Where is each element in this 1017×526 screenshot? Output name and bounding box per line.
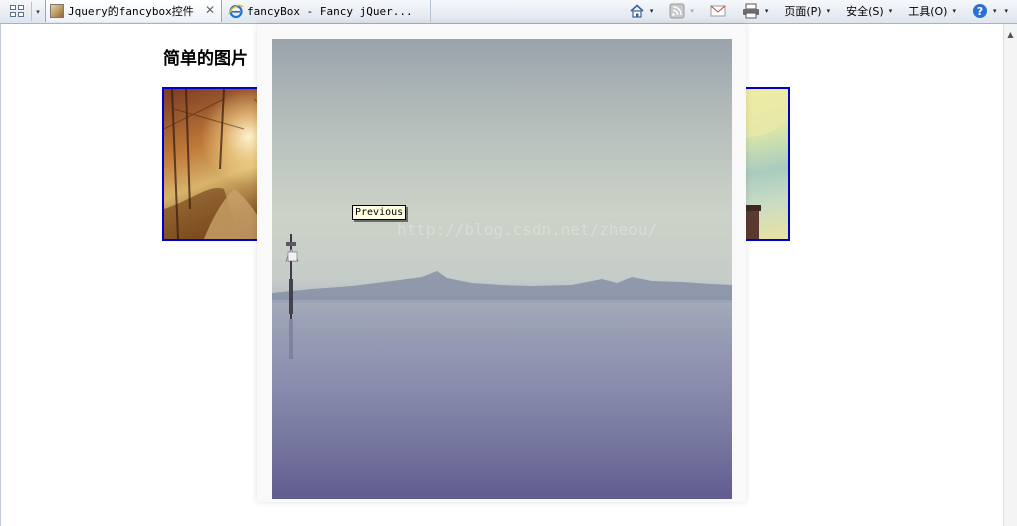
browser-window: ▾ Jquery的fancybox控件 ✕ fancyBox - Fancy j… <box>0 0 1017 526</box>
tools-menu-label: 工具(O) <box>908 5 948 18</box>
tab-list-button[interactable]: ▾ <box>31 2 44 21</box>
quick-tabs-button[interactable] <box>4 1 29 21</box>
ie-favicon-icon <box>228 4 244 19</box>
browser-tab-bar: ▾ Jquery的fancybox控件 ✕ fancyBox - Fancy j… <box>0 0 1017 24</box>
read-mail-button[interactable] <box>707 1 729 21</box>
svg-text:?: ? <box>977 5 983 18</box>
vertical-scrollbar[interactable]: ▲ <box>1003 24 1017 526</box>
rss-feed-icon <box>669 3 685 19</box>
chevron-down-icon: ▾ <box>826 7 831 15</box>
page-menu-label: 页面(P) <box>784 5 822 18</box>
tab-fancybox-site[interactable]: fancyBox - Fancy jQuer... <box>224 0 431 22</box>
lightbox-image[interactable] <box>272 39 732 499</box>
tab-title: Jquery的fancybox控件 <box>68 5 194 18</box>
tools-menu[interactable]: 工具(O) ▾ <box>905 1 959 21</box>
chevron-down-icon: ▾ <box>1004 7 1008 15</box>
quick-tabs-icon <box>9 5 24 17</box>
previous-tooltip: Previous <box>352 205 407 220</box>
scroll-up-icon[interactable]: ▲ <box>1004 26 1017 42</box>
page-favicon-icon <box>50 4 64 18</box>
chevron-down-icon: ▾ <box>992 7 997 15</box>
more-menu-button[interactable]: ▾ <box>999 1 1011 21</box>
safety-menu[interactable]: 安全(S) ▾ <box>843 1 895 21</box>
chevron-down-icon[interactable]: ▾ <box>650 7 654 15</box>
lightbox-frame: http://blog.csdn.net/zheou/ <box>257 24 746 502</box>
page-menu[interactable]: 页面(P) ▾ <box>781 1 833 21</box>
chevron-down-icon[interactable]: ▾ <box>690 7 694 15</box>
command-bar: ▾ ▾ ▾ 页面(P) ▾ 安全(S) ▾ 工具(O) ▾ ? ▾ ▾ <box>626 0 1011 22</box>
print-button[interactable]: ▾ <box>739 1 772 21</box>
feeds-button[interactable]: ▾ <box>666 1 697 21</box>
page-heading: 简单的图片 <box>163 49 248 69</box>
safety-menu-label: 安全(S) <box>846 5 884 18</box>
close-tab-icon[interactable]: ✕ <box>205 3 215 17</box>
tab-fancybox-control[interactable]: Jquery的fancybox控件 ✕ <box>45 0 222 22</box>
lake-landscape-image <box>272 234 732 499</box>
image-watermark: http://blog.csdn.net/zheou/ <box>397 220 658 239</box>
home-button[interactable]: ▾ <box>626 1 657 21</box>
printer-icon <box>742 3 759 19</box>
chevron-down-icon: ▾ <box>952 7 956 15</box>
chevron-down-icon[interactable]: ▾ <box>765 7 769 15</box>
mail-icon <box>710 5 726 17</box>
help-menu[interactable]: ? ▾ <box>969 1 1000 21</box>
chevron-down-icon: ▾ <box>888 7 893 15</box>
help-icon: ? <box>972 4 987 18</box>
home-icon <box>630 4 644 18</box>
tab-title: fancyBox - Fancy jQuer... <box>247 4 413 18</box>
